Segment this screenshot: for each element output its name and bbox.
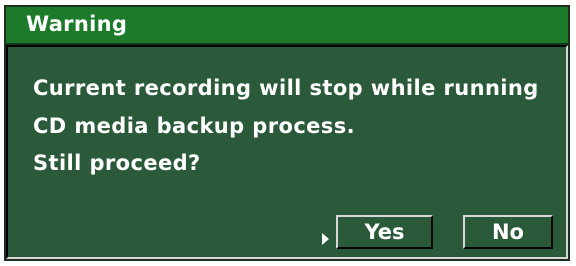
- message-line-1: Current recording will stop while runnin…: [33, 76, 539, 100]
- dialog-title: Warning: [26, 12, 128, 36]
- yes-button[interactable]: Yes: [336, 215, 433, 249]
- dialog-body: Current recording will stop while runnin…: [6, 45, 568, 259]
- focus-arrow-icon: [322, 233, 329, 245]
- message-line-2: CD media backup process.: [33, 114, 355, 138]
- no-button[interactable]: No: [463, 215, 553, 249]
- warning-dialog: Warning Current recording will stop whil…: [4, 5, 570, 261]
- message-line-3: Still proceed?: [33, 151, 201, 175]
- dialog-title-bar: Warning: [6, 7, 568, 45]
